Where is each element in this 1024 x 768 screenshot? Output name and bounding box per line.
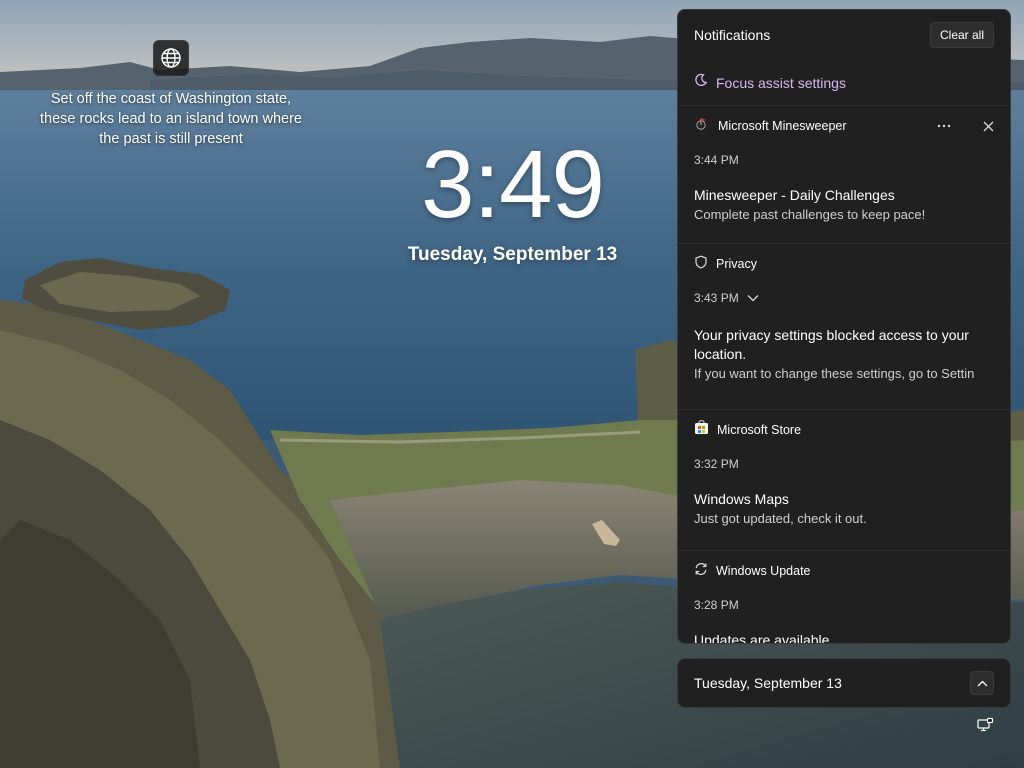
card-header: Privacy: [694, 244, 994, 284]
card-body: Minesweeper - Daily Challenges Complete …: [694, 174, 994, 242]
card-time: 3:43 PM: [694, 291, 739, 305]
calendar-date-label: Tuesday, September 13: [694, 675, 842, 691]
card-body: Windows Maps Just got updated, check it …: [694, 478, 994, 546]
card-body: Your privacy settings blocked access to …: [694, 312, 994, 401]
globe-icon[interactable]: [153, 40, 189, 76]
card-title: Windows Maps: [694, 491, 789, 507]
card-time-row[interactable]: 3:43 PM: [694, 284, 994, 312]
chevron-up-icon: [977, 680, 987, 686]
card-time: 3:44 PM: [694, 153, 739, 167]
card-header: Windows Update: [694, 551, 994, 591]
minesweeper-icon: [694, 116, 710, 137]
spotlight-description: Set off the coast of Washington state, t…: [40, 91, 302, 147]
clock-date: Tuesday, September 13: [407, 244, 618, 265]
focus-assist-settings-link[interactable]: Focus assist settings: [678, 60, 1010, 106]
focus-assist-label: Focus assist settings: [716, 74, 846, 91]
clock-time: 3:49: [421, 131, 605, 238]
card-time: 3:32 PM: [694, 457, 739, 471]
notification-card[interactable]: Windows Update 3:28 PM Updates are avail…: [678, 551, 1010, 644]
card-header: Microsoft Store: [694, 410, 994, 450]
chevron-down-icon[interactable]: [747, 291, 759, 305]
store-icon: [694, 420, 709, 440]
more-options-icon[interactable]: [934, 116, 954, 136]
notification-center: Notifications Clear all Focus assist set…: [677, 9, 1011, 644]
card-title: Your privacy settings blocked access to …: [694, 327, 969, 362]
card-title: Minesweeper - Daily Challenges: [694, 187, 895, 203]
card-time: 3:28 PM: [694, 598, 739, 612]
card-actions: [934, 116, 998, 136]
lock-screen-clock: 3:49 Tuesday, September 13: [380, 130, 645, 266]
notification-card[interactable]: Privacy 3:43 PM Your privacy settings bl…: [678, 244, 1010, 410]
expand-calendar-button[interactable]: [970, 671, 994, 695]
close-icon[interactable]: [978, 116, 998, 136]
notification-title: Notifications: [694, 27, 771, 43]
sync-icon: [694, 562, 708, 581]
spotlight-info[interactable]: Set off the coast of Washington state, t…: [40, 40, 302, 149]
card-body: Updates are available: [694, 619, 994, 644]
notification-card[interactable]: Microsoft Minesweeper 3:44 PM Minesweepe…: [678, 106, 1010, 244]
clear-all-button[interactable]: Clear all: [929, 22, 994, 48]
card-text: Just got updated, check it out.: [694, 511, 867, 526]
card-text: Complete past challenges to keep pace!: [694, 207, 926, 222]
network-status-icon[interactable]: [976, 717, 994, 735]
calendar-date-bar[interactable]: Tuesday, September 13: [677, 658, 1011, 708]
card-app-name: Windows Update: [716, 564, 811, 578]
card-title: Updates are available: [694, 632, 830, 644]
notification-card[interactable]: Microsoft Store 3:32 PM Windows Maps Jus…: [678, 410, 1010, 551]
moon-icon: [694, 73, 708, 92]
card-app-name: Privacy: [716, 257, 757, 271]
notification-header: Notifications Clear all: [678, 10, 1010, 60]
shield-icon: [694, 255, 708, 274]
card-app-name: Microsoft Store: [717, 423, 802, 437]
card-text: If you want to change these settings, go…: [694, 366, 975, 381]
card-app-name: Microsoft Minesweeper: [718, 119, 847, 133]
